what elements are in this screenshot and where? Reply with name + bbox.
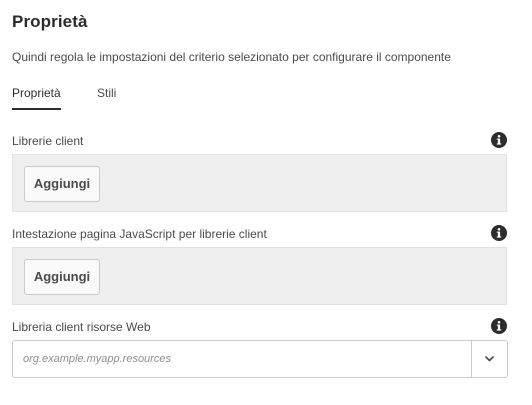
chevron-down-icon xyxy=(485,356,494,362)
page-title: Proprietà xyxy=(12,12,88,31)
web-resources-label: Libreria client risorse Web xyxy=(12,320,151,334)
tab-properties[interactable]: Proprietà xyxy=(12,86,61,100)
client-libraries-label: Librerie client xyxy=(12,134,84,148)
active-tab-indicator xyxy=(12,108,61,110)
client-libraries-head-multifield: Aggiungi xyxy=(12,247,507,305)
dropdown-toggle-button[interactable] xyxy=(472,341,507,377)
tab-styles[interactable]: Stili xyxy=(97,86,116,100)
client-libraries-head-label: Intestazione pagina JavaScript per libre… xyxy=(12,227,267,241)
policy-properties-panel: Proprietà Quindi regola le impostazioni … xyxy=(0,0,532,405)
client-libraries-multifield: Aggiungi xyxy=(12,154,507,212)
web-resources-input[interactable]: org.example.myapp.resources xyxy=(23,341,171,377)
page-description: Quindi regola le impostazioni del criter… xyxy=(12,50,451,64)
info-icon[interactable] xyxy=(491,132,507,148)
info-icon[interactable] xyxy=(491,318,507,334)
tab-list: Proprietà Stili xyxy=(12,86,512,112)
add-client-library-button[interactable]: Aggiungi xyxy=(24,166,100,202)
add-client-library-head-button[interactable]: Aggiungi xyxy=(24,259,100,295)
info-icon[interactable] xyxy=(491,225,507,241)
web-resources-autocomplete[interactable]: org.example.myapp.resources xyxy=(12,340,508,378)
